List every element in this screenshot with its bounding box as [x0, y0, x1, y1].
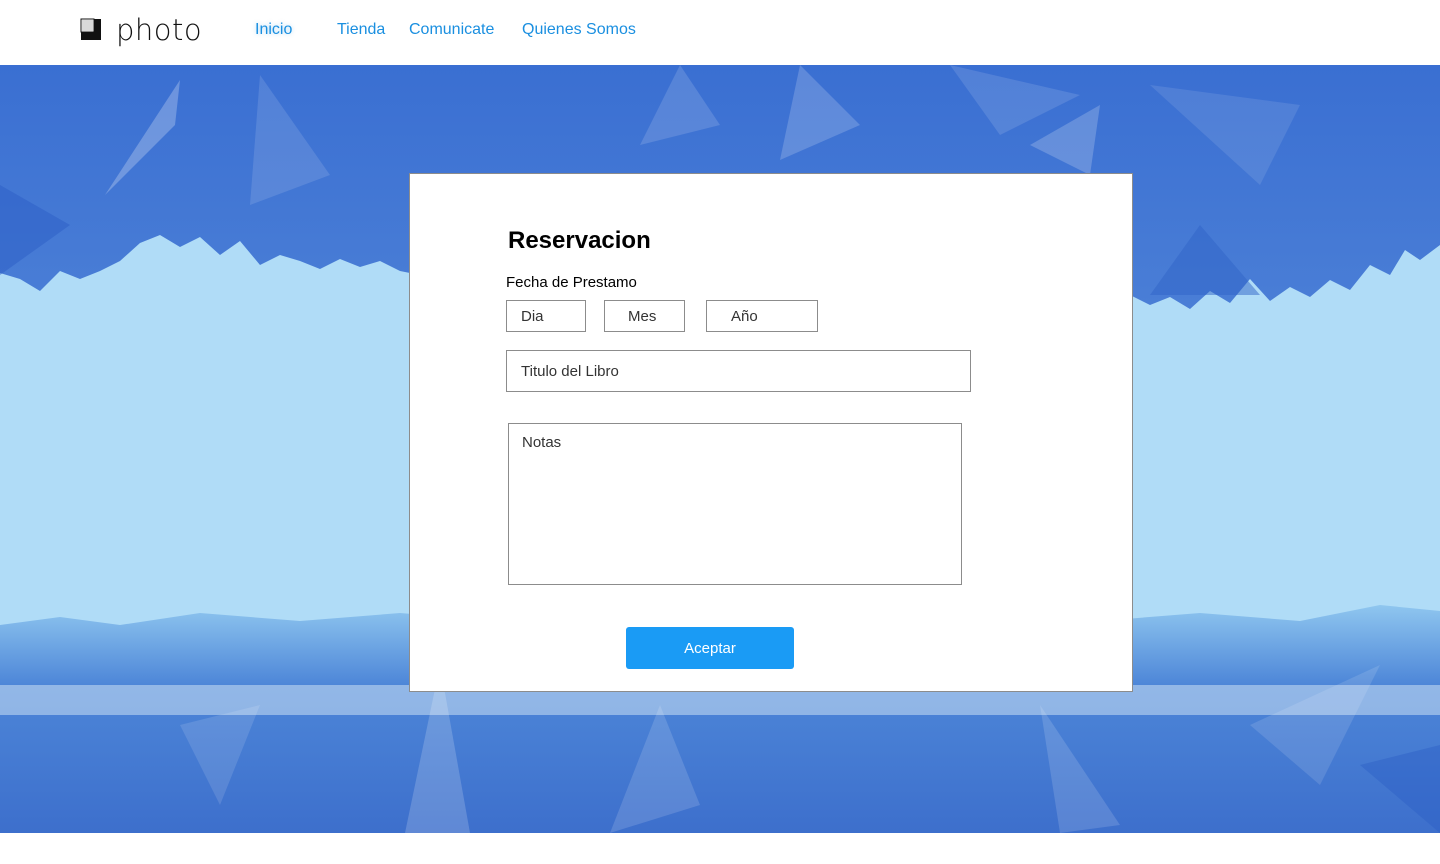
footer-band: [0, 833, 1440, 864]
nav-item-tienda[interactable]: Tienda: [337, 20, 385, 40]
accept-button[interactable]: Aceptar: [626, 627, 794, 669]
nav-item-comunicate[interactable]: Comunicate: [409, 20, 494, 40]
notes-textarea[interactable]: Notas: [508, 423, 962, 585]
square-stack-icon: [80, 16, 104, 44]
nav-item-inicio[interactable]: Inicio: [255, 20, 292, 40]
brand-logo[interactable]: photo: [80, 14, 202, 46]
year-input[interactable]: Año: [706, 300, 818, 332]
brand-name: photo: [116, 13, 203, 47]
nav-item-quienes-somos[interactable]: Quienes Somos: [522, 20, 636, 40]
top-navbar: photo Inicio Tienda Comunicate Quienes S…: [0, 0, 1440, 65]
date-label: Fecha de Prestamo: [506, 274, 637, 291]
month-input[interactable]: Mes: [604, 300, 685, 332]
reservation-form-card: Reservacion Fecha de Prestamo Dia Mes Añ…: [409, 173, 1133, 692]
day-input[interactable]: Dia: [506, 300, 586, 332]
book-title-input[interactable]: Titulo del Libro: [506, 350, 971, 392]
form-title: Reservacion: [508, 227, 651, 254]
